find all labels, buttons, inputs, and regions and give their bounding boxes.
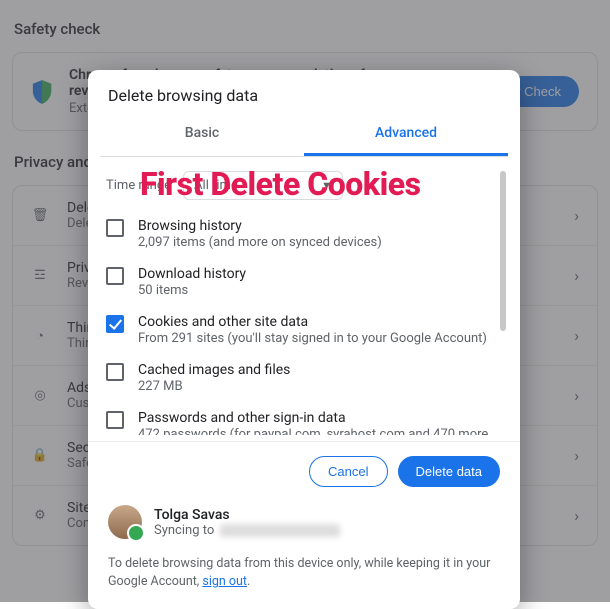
scrollbar[interactable] (500, 171, 506, 331)
dialog-footer-text: To delete browsing data from this device… (88, 549, 520, 595)
account-sync-status: Syncing to (154, 523, 340, 538)
time-range-label: Time range (106, 178, 171, 193)
checkbox-cached[interactable] (106, 363, 124, 381)
chevron-down-icon: ▼ (321, 179, 332, 192)
time-range-select[interactable]: All time ▼ (183, 171, 343, 200)
dialog-scroll-area[interactable]: Time range All time ▼ Browsing history2,… (100, 167, 508, 435)
sign-out-link[interactable]: sign out (202, 574, 247, 589)
avatar (108, 505, 142, 539)
item-download-history[interactable]: Download history50 items (100, 260, 508, 308)
tab-basic[interactable]: Basic (100, 115, 304, 156)
delete-browsing-data-dialog: Delete browsing data Basic Advanced Time… (88, 70, 520, 609)
dialog-title: Delete browsing data (88, 70, 520, 115)
cancel-button[interactable]: Cancel (309, 456, 387, 487)
tab-advanced[interactable]: Advanced (304, 115, 508, 156)
account-name: Tolga Savas (154, 507, 340, 523)
delete-data-button[interactable]: Delete data (398, 456, 501, 487)
tabs: Basic Advanced (100, 115, 508, 157)
checkbox-download-history[interactable] (106, 267, 124, 285)
checkbox-passwords[interactable] (106, 411, 124, 429)
time-range-value: All time (194, 178, 238, 193)
account-section: Tolga Savas Syncing to (88, 491, 520, 549)
redacted-email (220, 524, 340, 537)
item-browsing-history[interactable]: Browsing history2,097 items (and more on… (100, 212, 508, 260)
checkbox-browsing-history[interactable] (106, 219, 124, 237)
item-cookies[interactable]: Cookies and other site dataFrom 291 site… (100, 308, 508, 356)
checkbox-cookies[interactable] (106, 315, 124, 333)
item-cached[interactable]: Cached images and files227 MB (100, 356, 508, 404)
item-passwords[interactable]: Passwords and other sign-in data472 pass… (100, 404, 508, 435)
